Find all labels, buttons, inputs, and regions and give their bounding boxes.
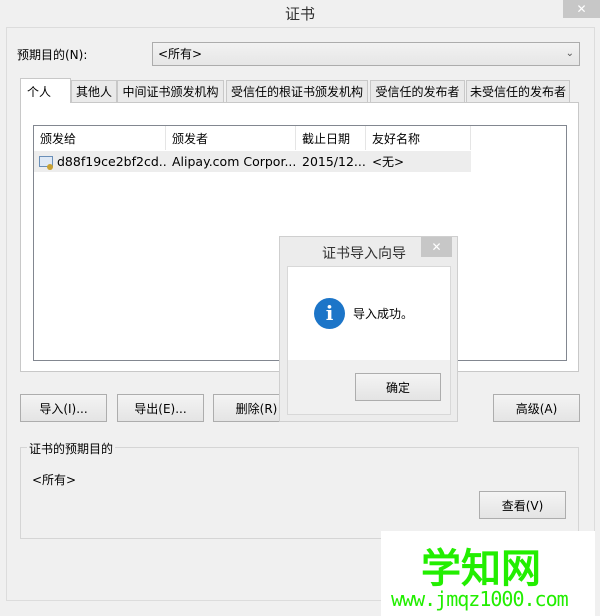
window-title: 证书 [284,5,315,23]
purpose-select-value: <所有> [158,47,203,61]
watermark-title: 学知网 [421,546,541,592]
dialog-close-button[interactable]: ✕ [421,237,452,257]
tab-label: 其他人 [75,85,112,99]
dialog-title: 证书导入向导 [322,246,406,262]
column-friendly-name[interactable]: 友好名称 [366,126,471,150]
ok-button[interactable]: 确定 [355,373,441,401]
import-wizard-dialog: 证书导入向导 ✕ i 导入成功。 确定 [279,236,458,422]
dialog-body: i 导入成功。 确定 [287,266,451,415]
tab-label: 受信任的发布者 [375,85,460,99]
tab-label: 中间证书颁发机构 [122,85,219,99]
tab-trusted-publishers[interactable]: 受信任的发布者 [370,80,465,102]
column-issued-by[interactable]: 颁发者 [166,126,296,150]
chevron-down-icon: ⌄ [565,48,574,59]
info-icon: i [314,298,345,329]
table-row[interactable]: d88f19ce2bf2cd... Alipay.com Corpor... 2… [34,151,471,172]
group-title: 证书的预期目的 [27,440,116,457]
tab-label: 个人 [27,84,52,99]
group-value: <所有> [32,473,77,487]
view-button[interactable]: 查看(V) [479,491,566,519]
column-label: 截止日期 [302,131,351,146]
purpose-select[interactable]: <所有> ⌄ [152,42,580,66]
cell-expiration: 2015/12... [302,154,366,169]
watermark: 学知网 www.jmqz1000.com [381,531,595,616]
tab-personal[interactable]: 个人 [20,78,71,103]
dialog-message: 导入成功。 [353,307,414,321]
tab-label: 受信任的根证书颁发机构 [230,85,363,99]
column-label: 颁发者 [172,131,209,146]
watermark-url: www.jmqz1000.com [391,587,569,611]
purpose-label: 预期目的(N): [17,48,88,62]
cell-friendly-name: <无> [372,155,405,169]
tab-intermediate-ca[interactable]: 中间证书颁发机构 [117,80,224,102]
window-close-button[interactable]: ✕ [563,0,600,18]
tab-trusted-root-ca[interactable]: 受信任的根证书颁发机构 [226,80,368,102]
column-issued-to[interactable]: 颁发给 [34,126,166,150]
column-label: 颁发给 [40,131,77,146]
tab-label: 未受信任的发布者 [469,85,566,99]
tab-untrusted-publishers[interactable]: 未受信任的发布者 [466,80,570,102]
cell-issued-by: Alipay.com Corpor... [172,154,296,169]
column-label: 友好名称 [372,131,421,146]
import-button[interactable]: 导入(I)... [20,394,107,422]
advanced-button[interactable]: 高级(A) [493,394,580,422]
export-button[interactable]: 导出(E)... [117,394,204,422]
cell-issued-to: d88f19ce2bf2cd... [57,154,166,169]
column-expiration[interactable]: 截止日期 [296,126,366,150]
tab-others[interactable]: 其他人 [71,80,117,102]
